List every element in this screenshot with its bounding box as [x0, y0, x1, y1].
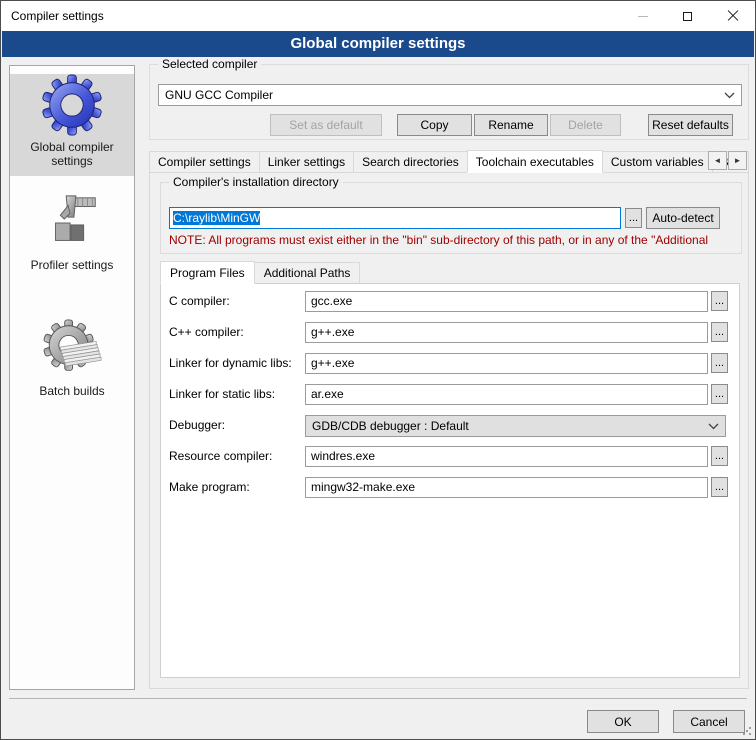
- cpp-compiler-input[interactable]: g++.exe: [305, 322, 708, 343]
- close-button[interactable]: [710, 1, 755, 31]
- ok-button[interactable]: OK: [587, 710, 659, 733]
- field-label: Linker for static libs:: [169, 387, 275, 401]
- field-row-cpp-compiler: C++ compiler: g++.exe ...: [161, 322, 739, 344]
- tab-additional-paths[interactable]: Additional Paths: [254, 262, 361, 283]
- copy-button[interactable]: Copy: [397, 114, 472, 136]
- static-linker-browse-button[interactable]: ...: [711, 384, 728, 404]
- sidebar-item-profiler-settings[interactable]: Profiler settings: [10, 192, 134, 280]
- directory-note: NOTE: All programs must exist either in …: [169, 233, 735, 247]
- sidebar-item-label: Batch builds: [10, 384, 134, 406]
- minimize-button[interactable]: [620, 1, 665, 31]
- c-compiler-input[interactable]: gcc.exe: [305, 291, 708, 312]
- tab-program-files[interactable]: Program Files: [160, 261, 255, 284]
- tab-custom-variables[interactable]: Custom variables: [602, 151, 713, 172]
- program-files-panel: C compiler: gcc.exe ... C++ compiler: g+…: [160, 283, 740, 678]
- selected-path-text: C:\raylib\MinGW: [173, 211, 260, 225]
- autodetect-button[interactable]: Auto-detect: [646, 207, 720, 229]
- tab-scroll-right-button[interactable]: ►: [728, 151, 747, 170]
- main-panel: Selected compiler GNU GCC Compiler Set a…: [149, 57, 749, 740]
- sidebar-item-batch-builds[interactable]: Batch builds: [10, 318, 134, 406]
- installation-directory-group: Compiler's installation directory C:\ray…: [160, 182, 742, 254]
- dynamic-linker-input[interactable]: g++.exe: [305, 353, 708, 374]
- static-linker-input[interactable]: ar.exe: [305, 384, 708, 405]
- field-row-make-program: Make program: mingw32-make.exe ...: [161, 477, 739, 499]
- window-controls: [620, 1, 755, 31]
- debugger-select-value: GDB/CDB debugger : Default: [312, 419, 469, 433]
- minimize-icon: [638, 16, 648, 17]
- make-program-browse-button[interactable]: ...: [711, 477, 728, 497]
- group-legend: Compiler's installation directory: [169, 175, 343, 189]
- gear-blue-icon: [41, 74, 103, 136]
- maximize-icon: [683, 12, 692, 21]
- debugger-select[interactable]: GDB/CDB debugger : Default: [305, 415, 726, 437]
- field-row-c-compiler: C compiler: gcc.exe ...: [161, 291, 739, 313]
- title-bar: Compiler settings: [1, 1, 755, 31]
- installation-directory-input[interactable]: C:\raylib\MinGW: [169, 207, 621, 229]
- browse-directory-button[interactable]: ...: [625, 208, 642, 228]
- dynamic-linker-browse-button[interactable]: ...: [711, 353, 728, 373]
- programs-tab-bar: Program Files Additional Paths: [160, 260, 360, 283]
- tab-linker-settings[interactable]: Linker settings: [259, 151, 354, 172]
- window-title: Compiler settings: [11, 9, 104, 23]
- compiler-settings-dialog: Compiler settings Global compiler settin…: [0, 0, 756, 740]
- gear-stack-icon: [41, 318, 103, 380]
- close-icon: [727, 10, 739, 22]
- compiler-select-value: GNU GCC Compiler: [165, 88, 273, 102]
- resource-compiler-browse-button[interactable]: ...: [711, 446, 728, 466]
- field-label: Resource compiler:: [169, 449, 272, 463]
- field-row-dynamic-linker: Linker for dynamic libs: g++.exe ...: [161, 353, 739, 375]
- dialog-body: Global compiler settings Profiler settin…: [1, 57, 755, 739]
- page-title: Global compiler settings: [2, 31, 754, 57]
- field-row-resource-compiler: Resource compiler: windres.exe ...: [161, 446, 739, 468]
- chevron-down-icon: [724, 92, 735, 99]
- field-row-static-linker: Linker for static libs: ar.exe ...: [161, 384, 739, 406]
- field-label: C compiler:: [169, 294, 230, 308]
- sidebar-item-label: Global compiler settings: [10, 140, 134, 176]
- tab-scroll-buttons: ◄ ►: [707, 151, 747, 170]
- settings-category-sidebar: Global compiler settings Profiler settin…: [9, 65, 135, 690]
- settings-tab-bar: Compiler settings Linker settings Search…: [149, 149, 749, 172]
- field-label: Make program:: [169, 480, 250, 494]
- resource-compiler-input[interactable]: windres.exe: [305, 446, 708, 467]
- field-label: C++ compiler:: [169, 325, 244, 339]
- maximize-button[interactable]: [665, 1, 710, 31]
- field-row-debugger: Debugger: GDB/CDB debugger : Default: [161, 415, 739, 437]
- selected-compiler-group: Selected compiler GNU GCC Compiler Set a…: [149, 64, 749, 140]
- cancel-button[interactable]: Cancel: [673, 710, 745, 733]
- compiler-select[interactable]: GNU GCC Compiler: [158, 84, 742, 106]
- directory-row: C:\raylib\MinGW ... Auto-detect: [169, 207, 720, 229]
- field-label: Linker for dynamic libs:: [169, 356, 292, 370]
- sidebar-item-label: Profiler settings: [10, 258, 134, 280]
- caliper-icon: [41, 192, 103, 254]
- field-label: Debugger:: [169, 418, 225, 432]
- tab-search-directories[interactable]: Search directories: [353, 151, 468, 172]
- compiler-buttons-row: Set as default Copy Rename Delete Reset …: [150, 114, 742, 136]
- tab-compiler-settings[interactable]: Compiler settings: [149, 151, 260, 172]
- group-legend: Selected compiler: [158, 57, 261, 71]
- rename-button[interactable]: Rename: [474, 114, 548, 136]
- cpp-compiler-browse-button[interactable]: ...: [711, 322, 728, 342]
- sidebar-item-global-compiler-settings[interactable]: Global compiler settings: [10, 74, 134, 176]
- set-as-default-button[interactable]: Set as default: [270, 114, 382, 136]
- delete-button[interactable]: Delete: [550, 114, 621, 136]
- tab-scroll-left-button[interactable]: ◄: [708, 151, 727, 170]
- c-compiler-browse-button[interactable]: ...: [711, 291, 728, 311]
- chevron-down-icon: [708, 423, 719, 430]
- toolchain-executables-page: Compiler's installation directory C:\ray…: [149, 172, 749, 689]
- resize-grip-icon[interactable]: [742, 726, 752, 736]
- tab-toolchain-executables[interactable]: Toolchain executables: [467, 150, 603, 173]
- footer-divider: [9, 698, 747, 699]
- make-program-input[interactable]: mingw32-make.exe: [305, 477, 708, 498]
- reset-defaults-button[interactable]: Reset defaults: [648, 114, 733, 136]
